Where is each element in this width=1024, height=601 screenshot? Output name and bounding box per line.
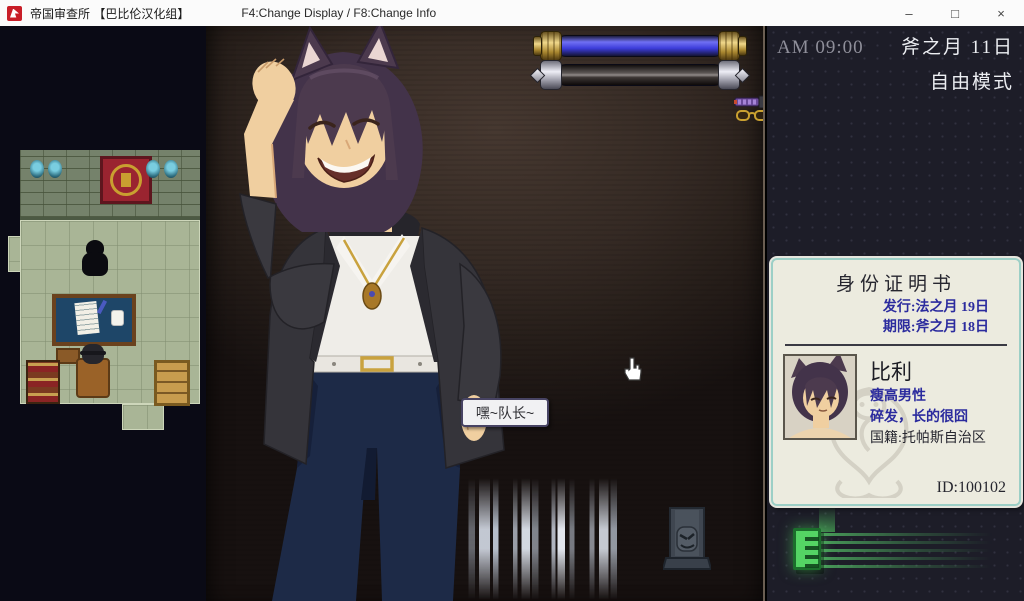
id-card-issued: 发行:法之月 19日 [773, 298, 989, 318]
minimap-banner [100, 156, 152, 204]
window-titlebar: 帝国审查所 【巴比伦汉化组】 F4:Change Display / F8:Ch… [0, 0, 1024, 26]
id-card-divider [785, 344, 1007, 346]
gauge-cap [540, 31, 562, 61]
minimap-player-silhouette [82, 240, 108, 276]
gauge-cap [718, 31, 740, 61]
app-icon [7, 6, 22, 21]
id-card[interactable]: 身份证明书 发行:法之月 19日 期限:斧之月 18日 [771, 258, 1021, 506]
game-window: 帝国审查所 【巴比伦汉化组】 F4:Change Display / F8:Ch… [0, 0, 1024, 601]
minimap-bookstack [26, 360, 60, 404]
gauge-gray [540, 62, 740, 88]
gauge-cap [718, 60, 740, 90]
hud-date: 斧之月 11日 [901, 32, 1014, 59]
gargoyle-statue-icon [663, 507, 711, 576]
hud-mode: 自由模式 [777, 67, 1014, 94]
progress-meter [783, 518, 1015, 576]
speech-bubble[interactable]: 嘿~队长~ [461, 398, 549, 427]
barcode-light-effect [458, 478, 670, 600]
id-card-hair: 碎发，长的很囧 [870, 407, 986, 428]
glasses-icon [736, 108, 765, 128]
minimap [8, 148, 200, 432]
game-viewport[interactable]: 嘿~队长~ [206, 26, 765, 601]
progress-streaks [821, 530, 1015, 568]
window-hint: F4:Change Display / F8:Change Info [241, 6, 436, 20]
id-card-build: 瘦高男性 [870, 386, 986, 407]
gauge-cap [540, 60, 562, 90]
minimap-crate [154, 360, 190, 406]
minimap-torch-right [146, 160, 178, 180]
minimap-torch-left [30, 160, 62, 180]
id-card-name: 比利 [870, 356, 986, 386]
minimap-door-south [122, 404, 164, 430]
status-panel: AM 09:00 斧之月 11日 自由模式 身份证明书 发行:法之月 19日 期… [767, 26, 1024, 601]
minimize-button[interactable]: – [886, 0, 932, 26]
id-card-dates: 发行:法之月 19日 期限:斧之月 18日 [773, 298, 1019, 339]
game-content: 嘿~队长~ [0, 26, 1024, 601]
id-card-photo [783, 354, 857, 440]
window-controls: – □ × [886, 0, 1024, 26]
minimap-officer-chair [74, 344, 112, 400]
window-title: 帝国审查所 【巴比伦汉化组】 [30, 5, 189, 22]
close-button[interactable]: × [978, 0, 1024, 26]
maximize-button[interactable]: □ [932, 0, 978, 26]
progress-block [793, 528, 821, 570]
id-card-title: 身份证明书 [773, 269, 1019, 296]
gauge-gray-bar [555, 64, 725, 86]
minimap-corridor-west [8, 236, 21, 272]
gauge-blue [540, 33, 740, 59]
hud-clock: AM 09:00 斧之月 11日 自由模式 [767, 32, 1024, 94]
id-card-number: ID:100102 [937, 479, 1006, 497]
id-card-expires: 期限:斧之月 18日 [773, 318, 989, 338]
minimap-desk [52, 294, 136, 346]
gauge-blue-bar [555, 35, 725, 57]
hud-time: AM 09:00 [777, 37, 864, 59]
pointing-hand-cursor [621, 356, 645, 391]
minimap-panel [0, 26, 206, 601]
progress-glow [819, 506, 835, 532]
id-card-nationality: 国籍:托帕斯自治区 [870, 428, 986, 450]
